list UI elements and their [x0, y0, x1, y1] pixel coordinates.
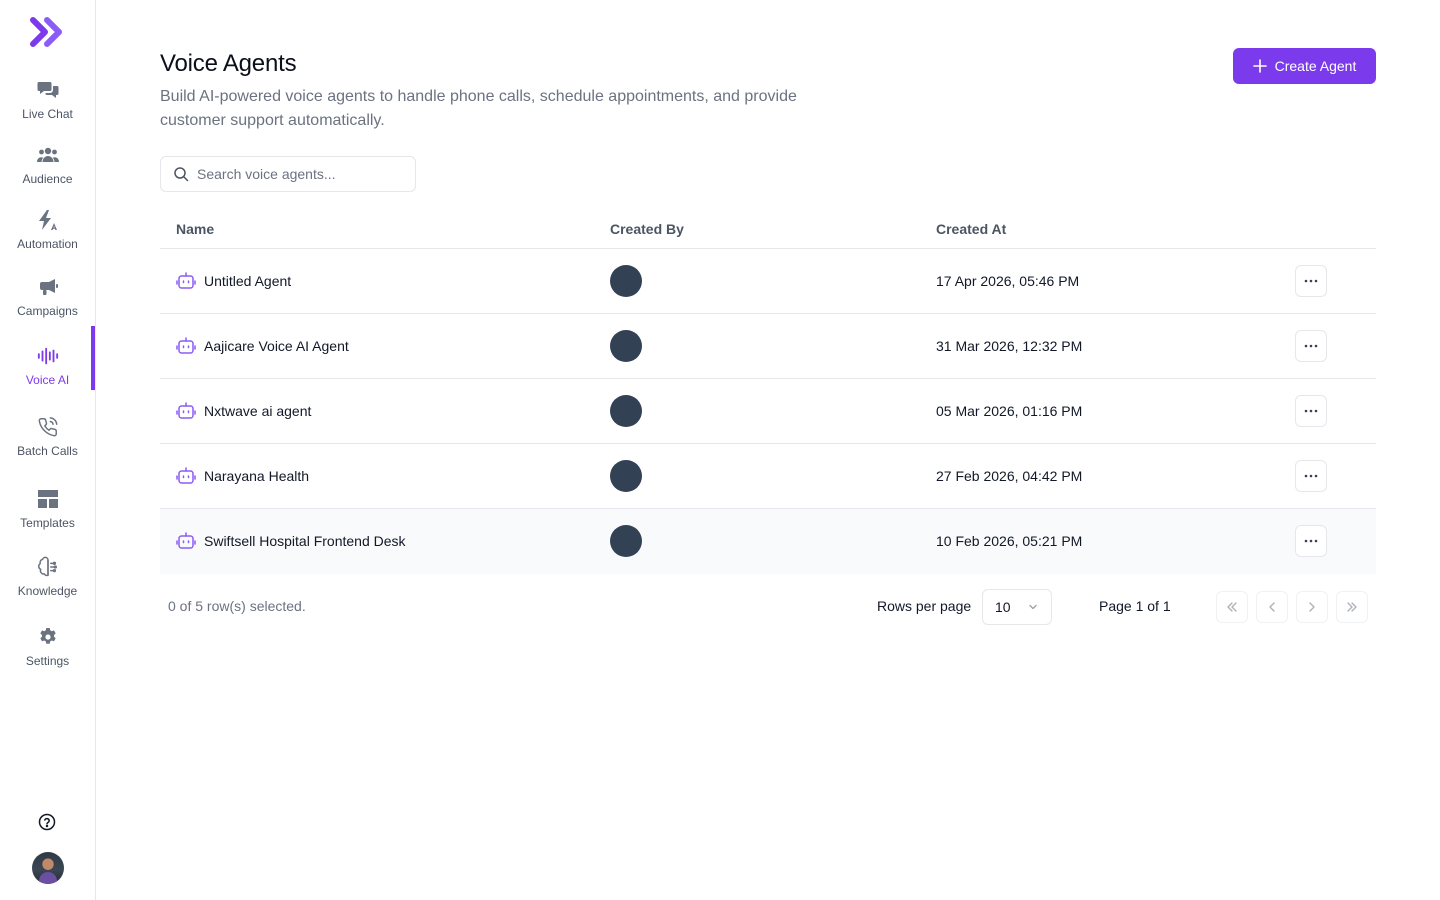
agent-name: Nxtwave ai agent [204, 403, 312, 419]
sidebar-item-knowledge[interactable]: Knowledge [0, 556, 95, 598]
sidebar-item-batch-calls[interactable]: Batch Calls [0, 416, 95, 458]
agent-name: Aajicare Voice AI Agent [204, 338, 349, 354]
created-at: 05 Mar 2026, 01:16 PM [936, 403, 1083, 419]
more-horizontal-icon [1304, 279, 1318, 283]
bot-icon [176, 531, 196, 551]
created-at: 31 Mar 2026, 12:32 PM [936, 338, 1083, 354]
sidebar-item-live-chat[interactable]: Live Chat [0, 79, 95, 121]
sidebar-item-label: Settings [25, 654, 70, 668]
row-actions-button[interactable] [1295, 265, 1327, 297]
bot-icon [176, 466, 196, 486]
sidebar-item-label: Batch Calls [17, 444, 78, 458]
column-header-name[interactable]: Name [176, 221, 214, 237]
audio-wave-icon [37, 345, 59, 367]
rows-per-page-select[interactable]: 10 [982, 589, 1052, 625]
sidebar-item-voice-ai[interactable]: Voice AI [0, 326, 95, 390]
create-agent-label: Create Agent [1274, 58, 1357, 74]
created-at: 10 Feb 2026, 05:21 PM [936, 533, 1083, 549]
user-avatar[interactable] [32, 852, 64, 884]
sidebar-item-label: Campaigns [17, 304, 78, 318]
sidebar-item-label: Automation [17, 237, 78, 251]
page-title: Voice Agents [160, 50, 297, 77]
table-row[interactable]: Nxtwave ai agent 05 Mar 2026, 01:16 PM [160, 379, 1376, 444]
row-actions-button[interactable] [1295, 395, 1327, 427]
agent-name-cell[interactable]: Aajicare Voice AI Agent [176, 314, 349, 378]
megaphone-icon [37, 276, 59, 298]
agent-name: Swiftsell Hospital Frontend Desk [204, 533, 406, 549]
page-subtitle: Build AI-powered voice agents to handle … [160, 88, 797, 129]
row-actions-button[interactable] [1295, 525, 1327, 557]
page-indicator: Page 1 of 1 [1099, 598, 1171, 614]
agent-name: Untitled Agent [204, 273, 292, 289]
table-row[interactable]: Swiftsell Hospital Frontend Desk 10 Feb … [160, 509, 1376, 574]
chevrons-right-icon [1347, 602, 1357, 612]
bot-icon [176, 271, 196, 291]
help-circle-icon[interactable] [38, 813, 56, 831]
rows-per-page-value: 10 [995, 599, 1011, 615]
voice-agents-table: Name Created By Created At Untitled Agen… [160, 208, 1376, 574]
rows-per-page-label: Rows per page [877, 598, 972, 614]
row-actions-button[interactable] [1295, 460, 1327, 492]
sidebar-item-audience[interactable]: Audience [0, 144, 95, 186]
agent-name: Narayana Health [204, 468, 310, 484]
created-at: 17 Apr 2026, 05:46 PM [936, 273, 1080, 289]
layout-template-icon [37, 488, 59, 510]
last-page-button[interactable] [1336, 591, 1368, 623]
sidebar-item-templates[interactable]: Templates [0, 488, 95, 530]
next-page-button[interactable] [1296, 591, 1328, 623]
more-horizontal-icon [1304, 409, 1318, 413]
search-box[interactable] [160, 156, 416, 192]
agent-name-cell[interactable]: Swiftsell Hospital Frontend Desk [176, 509, 406, 573]
bot-icon [176, 336, 196, 356]
creator-avatar [610, 525, 642, 557]
bot-icon [176, 401, 196, 421]
agent-name-cell[interactable]: Untitled Agent [176, 249, 291, 313]
brain-icon [37, 556, 59, 578]
more-horizontal-icon [1304, 474, 1318, 478]
gear-icon [37, 626, 59, 648]
sidebar-item-label: Audience [22, 172, 73, 186]
sidebar-item-label: Templates [20, 516, 75, 530]
first-page-button[interactable] [1216, 591, 1248, 623]
creator-avatar [610, 395, 642, 427]
selection-count: 0 of 5 row(s) selected. [168, 598, 306, 614]
sidebar-item-automation[interactable]: Automation [0, 209, 95, 251]
sidebar-item-settings[interactable]: Settings [0, 626, 95, 668]
bolt-icon [37, 209, 59, 231]
table-row[interactable]: Untitled Agent 17 Apr 2026, 05:46 PM [160, 249, 1376, 314]
column-header-created-at[interactable]: Created At [936, 221, 1006, 237]
agent-name-cell[interactable]: Nxtwave ai agent [176, 379, 311, 443]
created-at: 27 Feb 2026, 04:42 PM [936, 468, 1083, 484]
table-row[interactable]: Aajicare Voice AI Agent 31 Mar 2026, 12:… [160, 314, 1376, 379]
creator-avatar [610, 265, 642, 297]
sidebar-item-label: Voice AI [25, 373, 70, 387]
creator-avatar [610, 330, 642, 362]
column-header-created-by[interactable]: Created By [610, 221, 684, 237]
chevron-down-icon [1029, 604, 1037, 610]
sidebar-item-label: Knowledge [17, 584, 78, 598]
chevron-right-icon [1309, 602, 1315, 612]
chevron-left-icon [1269, 602, 1275, 612]
table-header: Name Created By Created At [160, 208, 1376, 249]
sidebar-item-campaigns[interactable]: Campaigns [0, 276, 95, 318]
row-actions-button[interactable] [1295, 330, 1327, 362]
chat-bubbles-icon [37, 79, 59, 101]
create-agent-button[interactable]: Create Agent [1233, 48, 1376, 84]
chevrons-left-icon [1227, 602, 1237, 612]
previous-page-button[interactable] [1256, 591, 1288, 623]
more-horizontal-icon [1304, 539, 1318, 543]
brand-logo-icon[interactable] [30, 16, 66, 48]
search-icon [174, 167, 189, 182]
users-icon [36, 144, 59, 166]
sidebar: Live Chat Audience Automation Campaigns … [0, 0, 96, 900]
sidebar-item-label: Live Chat [22, 107, 73, 121]
more-horizontal-icon [1304, 344, 1318, 348]
table-row[interactable]: Narayana Health 27 Feb 2026, 04:42 PM [160, 444, 1376, 509]
plus-icon [1252, 59, 1267, 73]
creator-avatar [610, 460, 642, 492]
agent-name-cell[interactable]: Narayana Health [176, 444, 309, 508]
phone-call-icon [37, 416, 59, 438]
search-input[interactable] [197, 166, 407, 182]
